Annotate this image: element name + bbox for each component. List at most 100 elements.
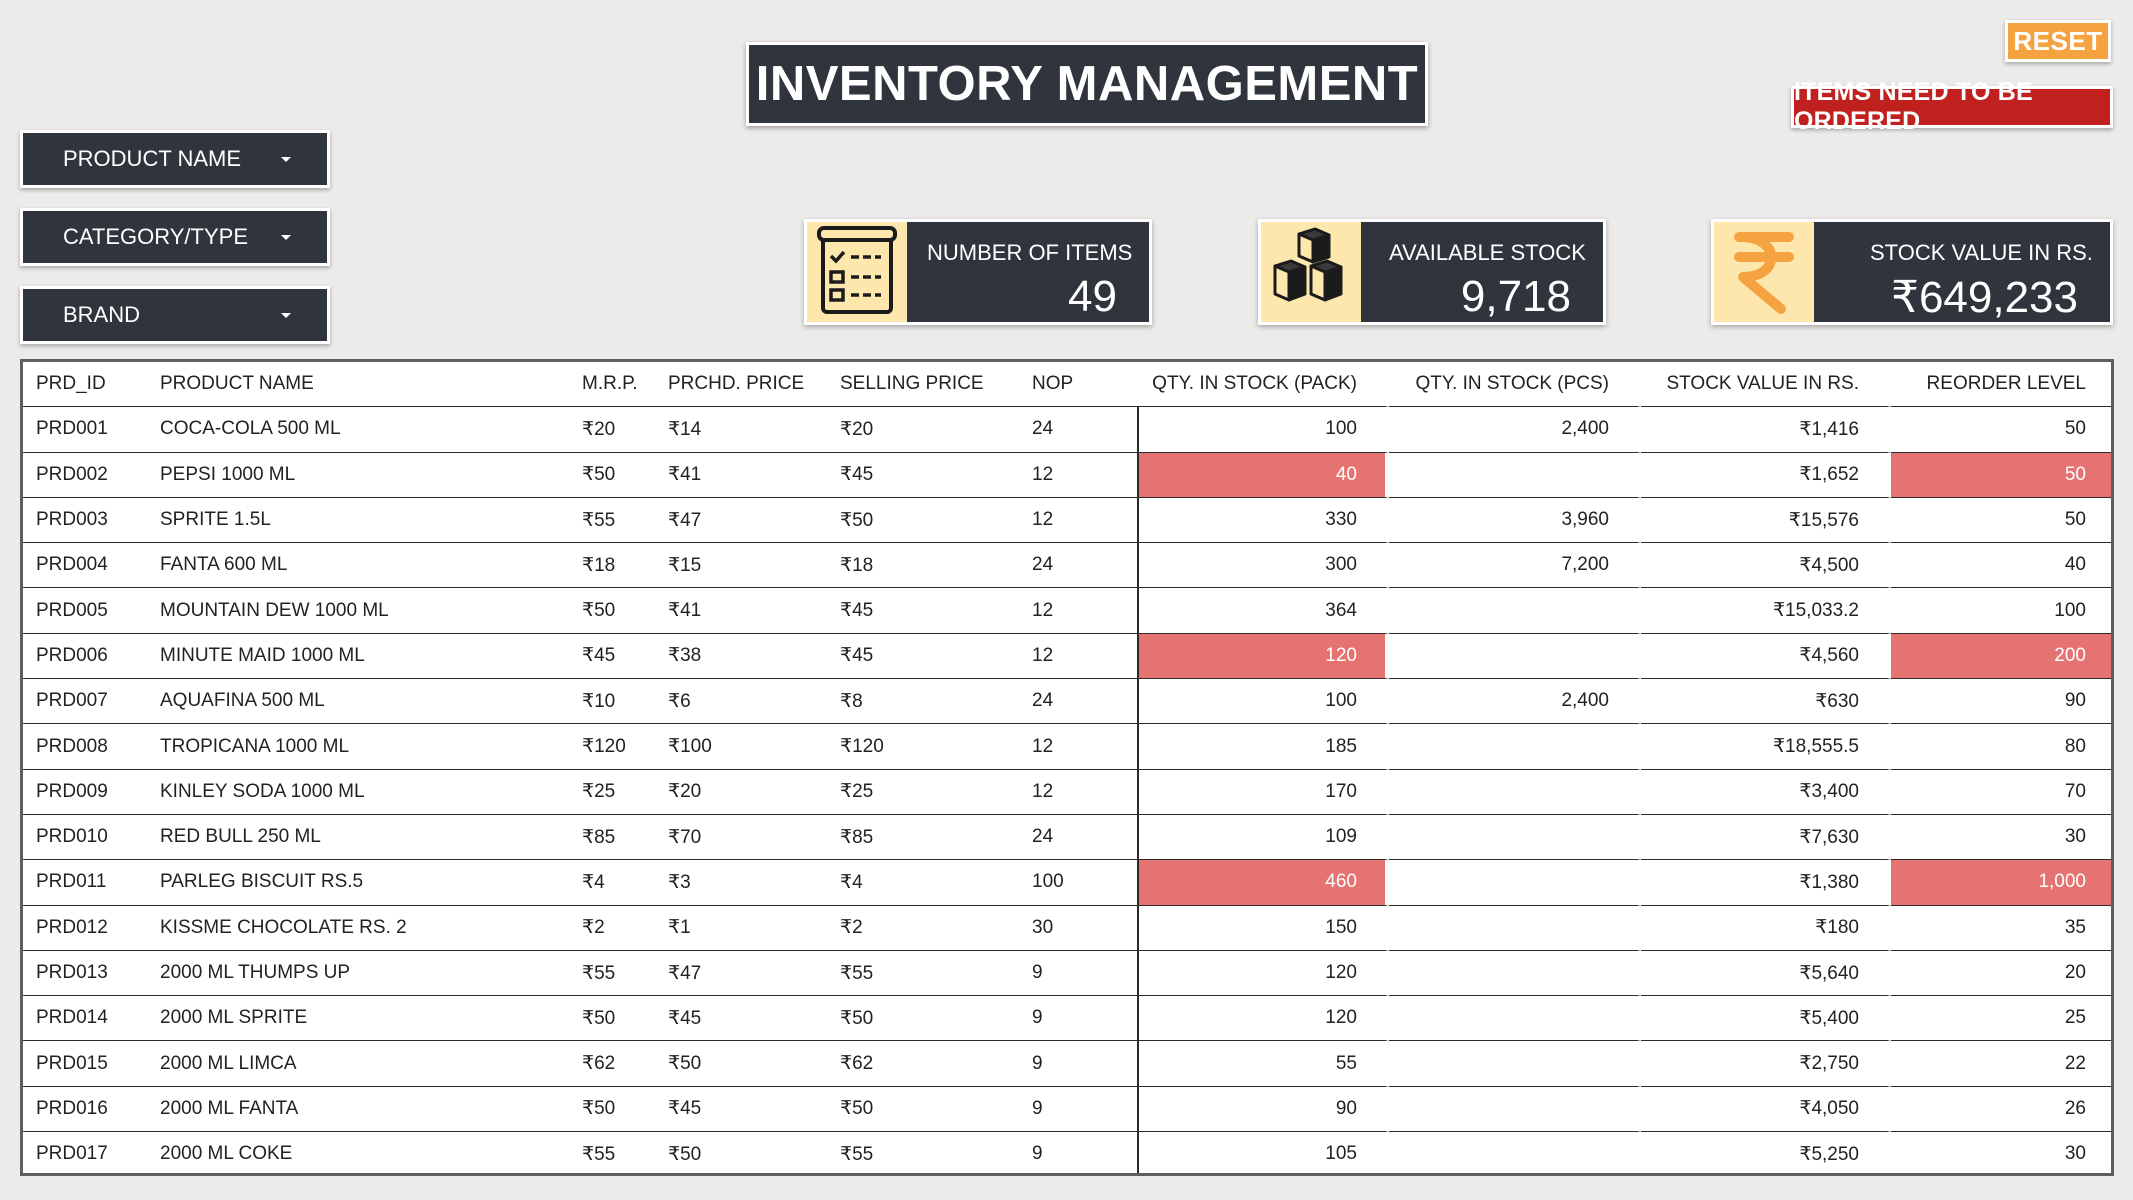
product-name-filter[interactable]: PRODUCT NAME (20, 130, 330, 188)
table-row[interactable]: PRD010 RED BULL 250 ML ₹85 ₹70 ₹85 24 109 ₹7,63… (23, 814, 2111, 861)
cell-pack[interactable]: 120 (1137, 633, 1389, 680)
cell-mrp[interactable]: ₹50 (569, 1086, 655, 1133)
items-to-order-button[interactable]: ITEMS NEED TO BE ORDERED (1791, 78, 2113, 135)
cell-name[interactable]: PEPSI 1000 ML (147, 452, 569, 498)
table-row[interactable]: PRD003 SPRITE 1.5L ₹55 ₹47 ₹50 12 330 3,960 ₹15,… (23, 497, 2111, 544)
cell-value[interactable]: ₹630 (1641, 679, 1891, 725)
cell-prchd[interactable]: ₹41 (655, 452, 827, 498)
table-row[interactable]: PRD008 TROPICANA 1000 ML ₹120 ₹100 ₹120 12 185… (23, 724, 2111, 770)
cell-id[interactable]: PRD010 (23, 814, 147, 861)
cell-value[interactable]: ₹5,250 (1641, 1132, 1891, 1173)
cell-sell[interactable]: ₹120 (827, 724, 1019, 770)
cell-prchd[interactable]: ₹50 (655, 1132, 827, 1173)
cell-pcs[interactable] (1389, 905, 1641, 951)
cell-nop[interactable]: 100 (1019, 860, 1137, 906)
cell-value[interactable]: ₹4,560 (1641, 633, 1891, 680)
cell-mrp[interactable]: ₹2 (569, 905, 655, 951)
cell-name[interactable]: TROPICANA 1000 ML (147, 724, 569, 770)
cell-reorder[interactable]: 80 (1891, 724, 2111, 770)
cell-sell[interactable]: ₹25 (827, 769, 1019, 815)
table-row[interactable]: PRD011 PARLEG BISCUIT RS.5 ₹4 ₹3 ₹4 100 460 ₹1,… (23, 860, 2111, 906)
cell-sell[interactable]: ₹50 (827, 1086, 1019, 1133)
cell-id[interactable]: PRD011 (23, 860, 147, 906)
table-row[interactable]: PRD012 KISSME CHOCOLATE RS. 2 ₹2 ₹1 ₹2 30 150 ₹… (23, 905, 2111, 951)
table-row[interactable]: PRD009 KINLEY SODA 1000 ML ₹25 ₹20 ₹25 12 170 ₹… (23, 769, 2111, 815)
cell-prchd[interactable]: ₹47 (655, 497, 827, 544)
cell-sell[interactable]: ₹55 (827, 950, 1019, 997)
cell-reorder[interactable]: 26 (1891, 1086, 2111, 1133)
cell-id[interactable]: PRD015 (23, 1041, 147, 1087)
cell-mrp[interactable]: ₹62 (569, 1041, 655, 1087)
cell-reorder[interactable]: 70 (1891, 769, 2111, 815)
cell-id[interactable]: PRD013 (23, 950, 147, 997)
cell-sell[interactable]: ₹50 (827, 497, 1019, 544)
cell-sell[interactable]: ₹45 (827, 633, 1019, 680)
cell-nop[interactable]: 12 (1019, 452, 1137, 498)
cell-pcs[interactable] (1389, 769, 1641, 815)
cell-mrp[interactable]: ₹55 (569, 950, 655, 997)
cell-reorder[interactable]: 30 (1891, 1132, 2111, 1173)
cell-pcs[interactable]: 2,400 (1389, 407, 1641, 453)
cell-nop[interactable]: 9 (1019, 996, 1137, 1042)
cell-mrp[interactable]: ₹55 (569, 1132, 655, 1173)
cell-name[interactable]: AQUAFINA 500 ML (147, 679, 569, 725)
cell-prchd[interactable]: ₹3 (655, 860, 827, 906)
cell-value[interactable]: ₹1,416 (1641, 407, 1891, 453)
table-row[interactable]: PRD002 PEPSI 1000 ML ₹50 ₹41 ₹45 12 40 ₹1,652 50 (23, 452, 2111, 498)
cell-name[interactable]: COCA-COLA 500 ML (147, 407, 569, 453)
cell-reorder[interactable]: 50 (1891, 407, 2111, 453)
cell-name[interactable]: 2000 ML FANTA (147, 1086, 569, 1133)
table-row[interactable]: PRD004 FANTA 600 ML ₹18 ₹15 ₹18 24 300 7,200 ₹4,… (23, 543, 2111, 589)
cell-pack[interactable]: 330 (1137, 497, 1389, 544)
cell-nop[interactable]: 9 (1019, 950, 1137, 997)
cell-sell[interactable]: ₹85 (827, 814, 1019, 861)
cell-id[interactable]: PRD014 (23, 996, 147, 1042)
table-row[interactable]: PRD015 2000 ML LIMCA ₹62 ₹50 ₹62 9 55 ₹2,750 22 (23, 1041, 2111, 1087)
cell-pcs[interactable] (1389, 452, 1641, 498)
col-header[interactable]: QTY. IN STOCK (PCS) (1389, 362, 1641, 408)
cell-value[interactable]: ₹3,400 (1641, 769, 1891, 815)
cell-id[interactable]: PRD008 (23, 724, 147, 770)
cell-name[interactable]: KISSME CHOCOLATE RS. 2 (147, 905, 569, 951)
cell-name[interactable]: 2000 ML COKE (147, 1132, 569, 1173)
cell-name[interactable]: PARLEG BISCUIT RS.5 (147, 860, 569, 906)
cell-prchd[interactable]: ₹100 (655, 724, 827, 770)
cell-name[interactable]: MOUNTAIN DEW 1000 ML (147, 588, 569, 634)
cell-id[interactable]: PRD003 (23, 497, 147, 544)
cell-value[interactable]: ₹1,652 (1641, 452, 1891, 498)
col-header[interactable]: QTY. IN STOCK (PACK) (1137, 362, 1389, 408)
cell-nop[interactable]: 24 (1019, 679, 1137, 725)
table-row[interactable]: PRD013 2000 ML THUMPS UP ₹55 ₹47 ₹55 9 120 ₹5,6… (23, 950, 2111, 997)
cell-nop[interactable]: 12 (1019, 769, 1137, 815)
cell-mrp[interactable]: ₹18 (569, 543, 655, 589)
cell-sell[interactable]: ₹18 (827, 543, 1019, 589)
col-header[interactable]: STOCK VALUE IN RS. (1641, 362, 1891, 408)
cell-name[interactable]: 2000 ML SPRITE (147, 996, 569, 1042)
cell-sell[interactable]: ₹45 (827, 452, 1019, 498)
cell-mrp[interactable]: ₹10 (569, 679, 655, 725)
cell-pack[interactable]: 120 (1137, 950, 1389, 997)
cell-id[interactable]: PRD012 (23, 905, 147, 951)
cell-mrp[interactable]: ₹55 (569, 497, 655, 544)
cell-sell[interactable]: ₹62 (827, 1041, 1019, 1087)
cell-pcs[interactable] (1389, 814, 1641, 861)
cell-mrp[interactable]: ₹45 (569, 633, 655, 680)
cell-prchd[interactable]: ₹45 (655, 1086, 827, 1133)
cell-sell[interactable]: ₹8 (827, 679, 1019, 725)
cell-pcs[interactable] (1389, 724, 1641, 770)
cell-pack[interactable]: 100 (1137, 407, 1389, 453)
cell-value[interactable]: ₹2,750 (1641, 1041, 1891, 1087)
cell-reorder[interactable]: 50 (1891, 497, 2111, 544)
cell-reorder[interactable]: 200 (1891, 633, 2111, 680)
cell-value[interactable]: ₹1,380 (1641, 860, 1891, 906)
cell-nop[interactable]: 12 (1019, 633, 1137, 680)
cell-nop[interactable]: 24 (1019, 814, 1137, 861)
cell-prchd[interactable]: ₹50 (655, 1041, 827, 1087)
cell-pack[interactable]: 100 (1137, 679, 1389, 725)
cell-sell[interactable]: ₹4 (827, 860, 1019, 906)
cell-mrp[interactable]: ₹4 (569, 860, 655, 906)
cell-pack[interactable]: 109 (1137, 814, 1389, 861)
cell-id[interactable]: PRD006 (23, 633, 147, 680)
cell-pack[interactable]: 120 (1137, 996, 1389, 1042)
col-header[interactable]: M.R.P. (569, 362, 655, 408)
